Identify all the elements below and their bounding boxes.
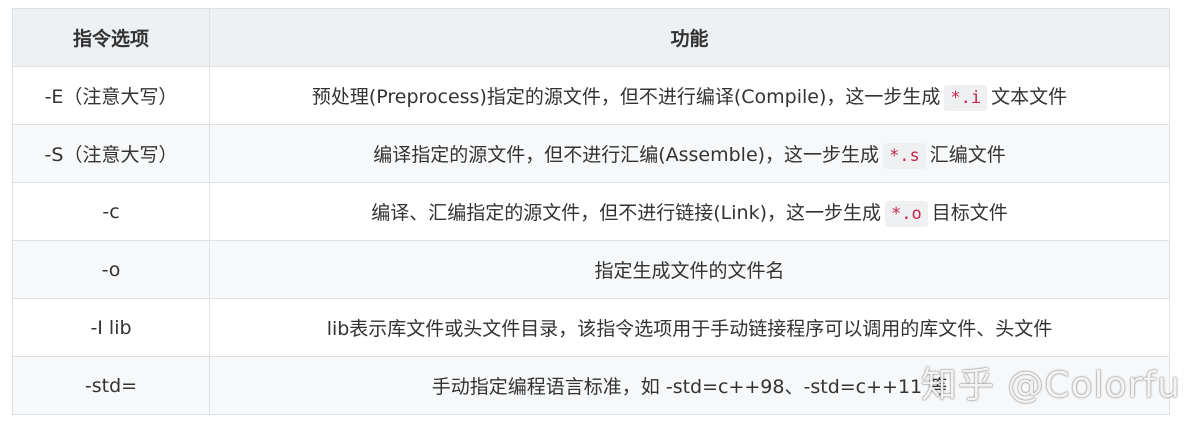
function-cell: 指定生成文件的文件名: [209, 240, 1170, 299]
function-cell: lib表示库文件或头文件目录，该指令选项用于手动链接程序可以调用的库文件、头文件: [209, 298, 1170, 357]
function-text: 编译指定的源文件，但不进行汇编(Assemble)，这一步生成: [373, 144, 880, 166]
options-table: 指令选项 功能 -E（注意大写） 预处理(Preprocess)指定的源文件，但…: [12, 8, 1170, 415]
function-text: 预处理(Preprocess)指定的源文件，但不进行编译(Compile)，这一…: [311, 86, 941, 108]
option-cell: -o: [12, 240, 210, 299]
option-cell: -I lib: [12, 298, 210, 357]
header-function: 功能: [209, 8, 1170, 67]
file-extension-code: *.o: [885, 201, 928, 227]
option-cell: -c: [12, 182, 210, 241]
table-header-row: 指令选项 功能: [12, 8, 1170, 67]
function-text-suffix: 文本文件: [991, 86, 1068, 108]
option-cell: -std=: [12, 356, 210, 415]
function-text-suffix: 汇编文件: [929, 144, 1006, 166]
option-cell: -E（注意大写）: [12, 66, 210, 125]
options-table-container: 指令选项 功能 -E（注意大写） 预处理(Preprocess)指定的源文件，但…: [12, 8, 1170, 415]
table-row: -I lib lib表示库文件或头文件目录，该指令选项用于手动链接程序可以调用的…: [12, 298, 1170, 357]
function-text: 编译、汇编指定的源文件，但不进行链接(Link)，这一步生成: [371, 202, 881, 224]
file-extension-code: *.i: [944, 85, 988, 111]
table-row: -std= 手动指定编程语言标准，如 -std=c++98、-std=c++11…: [12, 356, 1170, 415]
file-extension-code: *.s: [883, 143, 926, 169]
table-row: -o 指定生成文件的文件名: [12, 240, 1170, 299]
header-option: 指令选项: [12, 8, 210, 67]
function-cell: 预处理(Preprocess)指定的源文件，但不进行编译(Compile)，这一…: [209, 66, 1170, 125]
function-cell: 编译指定的源文件，但不进行汇编(Assemble)，这一步生成 *.s 汇编文件: [209, 124, 1170, 183]
function-cell: 编译、汇编指定的源文件，但不进行链接(Link)，这一步生成 *.o 目标文件: [209, 182, 1170, 241]
table-row: -S（注意大写） 编译指定的源文件，但不进行汇编(Assemble)，这一步生成…: [12, 124, 1170, 183]
function-text-suffix: 目标文件: [931, 202, 1008, 224]
function-cell: 手动指定编程语言标准，如 -std=c++98、-std=c++11 等: [209, 356, 1170, 415]
table-row: -E（注意大写） 预处理(Preprocess)指定的源文件，但不进行编译(Co…: [12, 66, 1170, 125]
table-row: -c 编译、汇编指定的源文件，但不进行链接(Link)，这一步生成 *.o 目标文件: [12, 182, 1170, 241]
option-cell: -S（注意大写）: [12, 124, 210, 183]
